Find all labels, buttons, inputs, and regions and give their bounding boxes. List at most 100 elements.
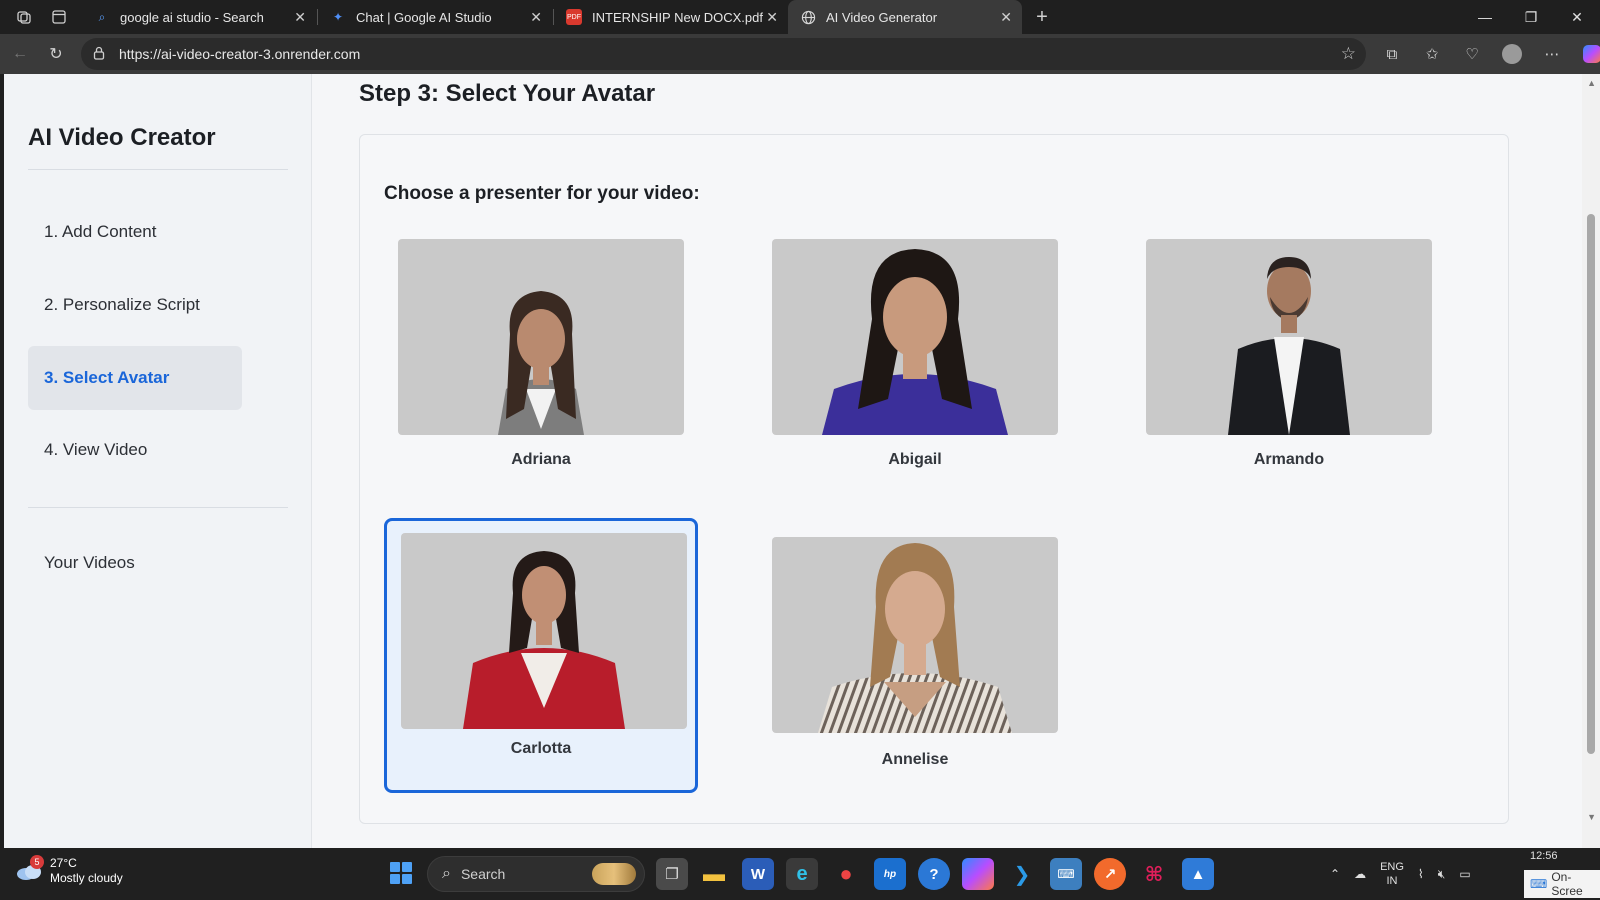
lang-code: ENG [1380,861,1404,873]
search-icon: ⌕ [98,9,106,24]
onscreen-keyboard-popup[interactable]: ⌨ On-Scree [1524,870,1600,898]
favorite-star-icon[interactable]: ☆ [1341,44,1356,64]
ai-studio-icon: ✦ [332,10,344,24]
avatar-name: Carlotta [510,740,572,757]
postman-icon[interactable]: ↗ [1094,858,1126,890]
avatar-name: Annelise [881,751,949,768]
search-label: Search [460,866,506,882]
wifi-icon[interactable]: ⌇ [1418,867,1424,881]
avatar-card-armando[interactable]: Armando [1132,227,1446,502]
browser-essentials-icon[interactable]: ♡ [1458,40,1486,68]
workspaces-icon[interactable] [12,5,36,29]
slack-icon[interactable]: ⌘ [1138,858,1170,890]
tab-title: google ai studio - Search [120,9,264,25]
avatar-photo [401,533,687,729]
copilot-icon[interactable] [1578,40,1600,68]
nav-select-avatar[interactable]: 3. Select Avatar [28,346,242,410]
lang-region: IN [1386,875,1398,887]
sidebar: AI Video Creator 1. Add Content 2. Perso… [4,74,312,848]
weather-widget[interactable]: 5 27°C Mostly cloudy [16,855,123,886]
pdf-icon: PDF [566,9,582,25]
divider [28,507,288,508]
avatar-card-annelise[interactable]: Annelise [758,525,1072,800]
avatar-photo [398,239,684,435]
word-icon[interactable]: W [742,858,774,890]
avatar-photo [1146,239,1432,435]
app-title: AI Video Creator [28,124,216,151]
chevron-up-icon[interactable]: ⌃ [1330,867,1340,881]
lock-icon [93,46,111,63]
favorites-icon[interactable]: ✩ [1418,40,1446,68]
globe-icon [800,9,816,25]
tab-pdf[interactable]: PDF INTERNSHIP New DOCX.pdf ✕ [554,0,788,34]
battery-icon[interactable]: ▭ [1459,867,1470,881]
mute-icon[interactable]: 🔇︎ [1438,867,1446,882]
search-icon: ⌕ [442,865,451,882]
avatar-photo [772,239,1058,435]
chrome-icon[interactable]: ● [830,858,862,890]
avatar-panel: Choose a presenter for your video: Adria… [359,134,1509,824]
avatar-card-adriana[interactable]: Adriana [384,227,698,502]
weather-badge: 5 [30,855,44,869]
tab-actions-icon[interactable] [47,5,71,29]
file-explorer-icon[interactable]: ▬ [698,858,730,890]
nav-your-videos[interactable]: Your Videos [28,531,242,595]
divider [28,169,288,170]
url-text: https://ai-video-creator-3.onrender.com [119,46,361,62]
task-view-icon[interactable]: ❐ [656,858,688,890]
search-highlight-icon [592,863,636,885]
minimize-icon[interactable]: — [1462,0,1508,34]
tab-ai-video-generator[interactable]: AI Video Generator ✕ [788,0,1022,34]
more-options-icon[interactable]: ⋯ [1538,40,1566,68]
restore-icon[interactable]: ❐ [1508,0,1554,34]
avatar-photo [772,537,1058,733]
back-icon[interactable]: ← [8,42,32,66]
taskbar: 5 27°C Mostly cloudy ⌕ Search ❐ ▬ W e ● … [0,848,1600,900]
scroll-down-icon[interactable]: ▼ [1587,812,1596,822]
scroll-up-icon[interactable]: ▲ [1587,78,1596,88]
language-indicator[interactable]: ENG IN [1380,860,1404,888]
help-icon[interactable]: ? [918,858,950,890]
keyboard-icon: ⌨ [1530,877,1548,891]
close-icon[interactable]: ✕ [766,9,778,26]
page-scrollbar[interactable]: ▲ ▼ [1582,74,1600,848]
keyboard-app-icon[interactable]: ⌨ [1050,858,1082,890]
weather-condition: Mostly cloudy [50,871,123,885]
page-title: Step 3: Select Your Avatar [359,80,656,107]
main-content: Step 3: Select Your Avatar Choose a pres… [312,74,1582,848]
onedrive-icon[interactable]: ☁ [1354,867,1366,881]
window-close-icon[interactable]: ✕ [1554,0,1600,34]
temperature: 27°C [50,856,77,870]
edge-icon[interactable]: e [786,858,818,890]
avatar-card-abigail[interactable]: Abigail [758,227,1072,502]
avatar-card-carlotta[interactable]: Carlotta [384,518,698,793]
tab-title: INTERNSHIP New DOCX.pdf [592,9,763,25]
extensions-icon[interactable]: ⧉ [1378,40,1406,68]
section-heading: Choose a presenter for your video: [384,183,700,204]
clock-time: 12:56 [1530,850,1558,862]
vscode-icon[interactable]: ❯ [1006,858,1038,890]
cloud-icon: 5 [16,855,44,881]
close-icon[interactable]: ✕ [530,9,542,26]
nav-personalize-script[interactable]: 2. Personalize Script [28,273,242,337]
avatar-name: Adriana [511,451,571,468]
copilot-app-icon[interactable] [962,858,994,890]
nav-add-content[interactable]: 1. Add Content [28,200,242,264]
tab-ai-studio[interactable]: ✦ Chat | Google AI Studio ✕ [318,0,552,34]
hp-app-icon[interactable]: hp [874,858,906,890]
url-input[interactable]: https://ai-video-creator-3.onrender.com … [81,38,1366,70]
nav-view-video[interactable]: 4. View Video [28,418,242,482]
new-tab-icon[interactable]: + [1030,5,1054,29]
tab-search[interactable]: ⌕ google ai studio - Search ✕ [82,0,316,34]
photos-icon[interactable]: ▲ [1182,858,1214,890]
scroll-thumb[interactable] [1587,214,1595,754]
start-button[interactable] [390,862,412,884]
close-icon[interactable]: ✕ [1000,9,1012,26]
tab-title: Chat | Google AI Studio [356,9,492,25]
tab-title: AI Video Generator [826,9,938,25]
profile-avatar[interactable] [1498,40,1526,68]
close-icon[interactable]: ✕ [294,9,306,26]
web-page: AI Video Creator 1. Add Content 2. Perso… [4,74,1582,848]
taskbar-search[interactable]: ⌕ Search [427,856,645,892]
refresh-icon[interactable]: ↻ [44,42,68,66]
